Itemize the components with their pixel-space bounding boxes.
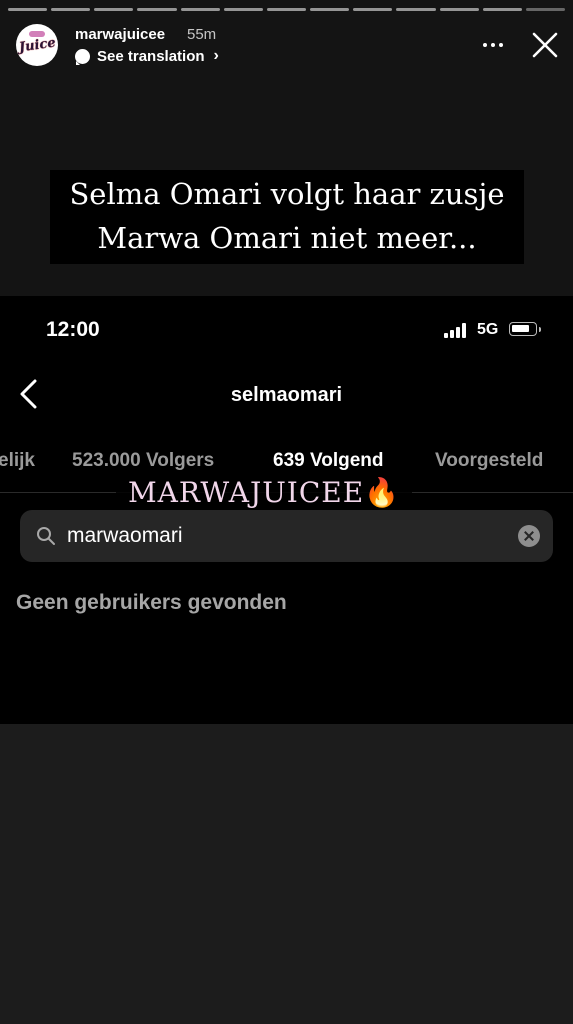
search-icon xyxy=(37,527,55,545)
tab-partial[interactable]: elijk xyxy=(0,450,35,472)
tab-suggested[interactable]: Voorgesteld xyxy=(435,450,543,472)
dot-icon xyxy=(491,43,495,47)
caption-line: Selma Omari volgt haar zusje xyxy=(69,177,505,211)
network-type: 5G xyxy=(477,321,499,338)
progress-segment xyxy=(223,8,263,11)
close-icon[interactable] xyxy=(530,30,560,60)
battery-icon xyxy=(509,322,541,336)
empty-state-message: Geen gebruikers gevonden xyxy=(16,591,287,614)
signal-icon xyxy=(444,323,466,338)
dot-icon xyxy=(499,43,503,47)
story-username[interactable]: marwajuicee xyxy=(75,26,165,43)
progress-segment xyxy=(310,8,350,11)
progress-segment xyxy=(525,8,566,11)
progress-segment xyxy=(94,8,134,11)
story-time-ago: 55m xyxy=(187,26,217,43)
avatar-logo-text: Juice xyxy=(17,35,57,55)
tab-followers[interactable]: 523.000 Volgers xyxy=(72,450,214,472)
story-caption: Selma Omari volgt haar zusje Marwa Omari… xyxy=(50,170,524,264)
watermark-label: MARWAJUICEE🔥 xyxy=(116,474,413,512)
tab-following[interactable]: 639 Volgend xyxy=(273,450,384,472)
story-progress-bar xyxy=(8,8,566,11)
progress-segment xyxy=(8,8,48,11)
see-translation-link[interactable]: See translation › xyxy=(75,47,219,65)
progress-segment xyxy=(51,8,91,11)
see-translation-label: See translation xyxy=(97,47,205,65)
progress-segment xyxy=(439,8,479,11)
avatar[interactable]: Juice xyxy=(16,24,58,66)
progress-segment xyxy=(482,8,522,11)
search-input[interactable] xyxy=(67,522,487,550)
search-bar[interactable] xyxy=(20,510,553,562)
follow-tabs: elijk 523.000 Volgers 639 Volgend Voorge… xyxy=(0,450,573,474)
watermark-text: MARWAJUICEE xyxy=(128,476,365,509)
caption-line: Marwa Omari niet meer... xyxy=(97,221,477,255)
progress-segment xyxy=(137,8,177,11)
more-options-button[interactable] xyxy=(478,32,508,58)
progress-segment xyxy=(180,8,220,11)
fire-emoji-icon: 🔥 xyxy=(364,476,401,509)
profile-username: selmaomari xyxy=(230,384,343,406)
clear-search-icon[interactable] xyxy=(518,525,540,547)
progress-segment xyxy=(266,8,307,11)
status-time: 12:00 xyxy=(46,318,100,341)
speech-bubble-icon xyxy=(75,48,90,65)
chevron-right-icon: › xyxy=(213,47,219,64)
story-lower-area xyxy=(0,724,573,1024)
progress-segment xyxy=(396,8,436,11)
dot-icon xyxy=(483,43,487,47)
progress-segment xyxy=(353,8,393,11)
